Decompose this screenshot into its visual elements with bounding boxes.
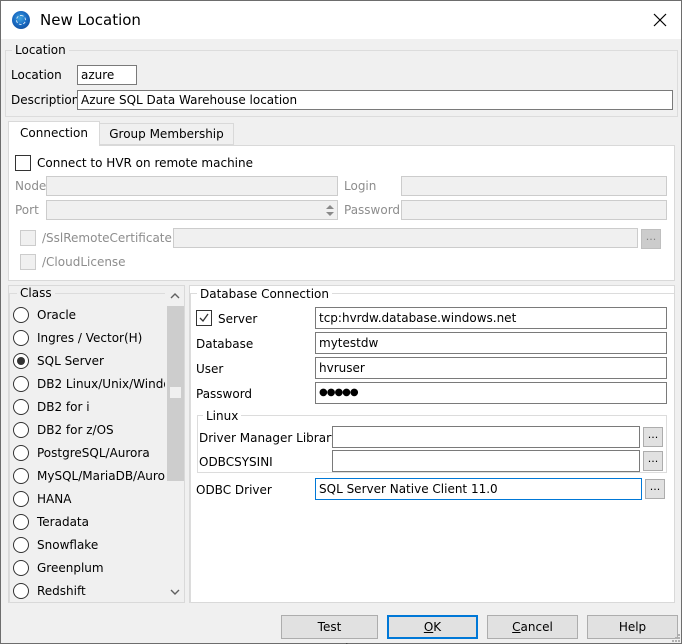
driver-manager-browse-button[interactable]: ... (643, 427, 663, 447)
odbc-driver-browse-button[interactable]: ... (645, 479, 665, 499)
location-group-title: Location (12, 43, 69, 57)
class-list-scrollbar[interactable] (165, 286, 184, 602)
scroll-down-button[interactable] (165, 582, 184, 602)
radio-button[interactable] (13, 583, 29, 599)
odbc-driver-input[interactable]: SQL Server Native Client 11.0 (315, 478, 642, 500)
radio-button[interactable] (13, 422, 29, 438)
connect-remote-label: Connect to HVR on remote machine (37, 156, 253, 170)
radio-button[interactable] (13, 514, 29, 530)
ok-button-label: OK (423, 620, 442, 634)
radio-button[interactable] (13, 399, 29, 415)
tab-group-membership[interactable]: Group Membership (99, 123, 234, 145)
radio-button[interactable] (13, 537, 29, 553)
help-button[interactable]: Help (587, 615, 678, 639)
radio-button[interactable] (13, 560, 29, 576)
close-icon (653, 13, 667, 27)
class-option-oracle[interactable]: Oracle (13, 305, 76, 325)
class-group-title: Class (17, 286, 55, 300)
radio-button[interactable] (13, 445, 29, 461)
login-input[interactable] (401, 176, 667, 196)
cancel-button-label: Cancel (512, 620, 553, 634)
port-spinner[interactable] (323, 202, 337, 218)
port-input[interactable] (46, 200, 338, 220)
linux-group-title: Linux (203, 409, 242, 423)
odbc-driver-label: ODBC Driver (196, 483, 272, 497)
new-location-dialog: New Location Location Location azure Des… (0, 0, 682, 644)
checkmark-icon (199, 313, 209, 323)
user-label: User (196, 362, 224, 376)
ok-button[interactable]: OK (387, 615, 478, 639)
driver-manager-input[interactable] (332, 426, 640, 448)
node-input[interactable] (46, 176, 338, 196)
radio-button[interactable] (13, 307, 29, 323)
server-input[interactable]: tcp:hvrdw.database.windows.net (315, 307, 667, 329)
radio-button[interactable] (13, 376, 29, 392)
chevron-down-icon (170, 589, 179, 595)
port-label: Port (15, 203, 39, 217)
ssl-certificate-label: /SslRemoteCertificate (42, 231, 172, 245)
class-option-sql-server[interactable]: SQL Server (13, 351, 104, 371)
description-label: Description (11, 93, 80, 107)
class-option-snowflake[interactable]: Snowflake (13, 535, 98, 555)
cloud-license-checkbox[interactable] (20, 254, 36, 270)
cancel-button[interactable]: Cancel (487, 615, 578, 639)
class-option-greenplum[interactable]: Greenplum (13, 558, 104, 578)
password-label: Password (196, 387, 253, 401)
node-label: Node (15, 179, 47, 193)
close-button[interactable] (641, 7, 679, 33)
password-input[interactable]: ●●●●● (315, 382, 667, 404)
resize-grip-icon[interactable] (671, 633, 681, 643)
server-label: Server (218, 312, 258, 326)
class-option-db2-luw[interactable]: DB2 Linux/Unix/Windows (13, 374, 165, 394)
test-connection-button[interactable]: Test Connection (281, 615, 378, 644)
scroll-up-button[interactable] (165, 286, 184, 306)
radio-button[interactable] (13, 330, 29, 346)
ssl-certificate-input[interactable] (173, 228, 638, 248)
radio-button[interactable] (13, 491, 29, 507)
connect-remote-checkbox[interactable] (15, 155, 31, 171)
class-option-teradata[interactable]: Teradata (13, 512, 89, 532)
odbcsysini-browse-button[interactable]: ... (643, 451, 663, 471)
class-option-hana[interactable]: HANA (13, 489, 71, 509)
ssl-certificate-browse-button[interactable]: ... (641, 229, 661, 249)
location-label: Location (11, 68, 62, 82)
driver-manager-label: Driver Manager Library (199, 431, 339, 445)
class-option-redshift[interactable]: Redshift (13, 581, 86, 601)
title-bar: New Location (1, 1, 681, 39)
cloud-license-label: /CloudLicense (42, 255, 126, 269)
login-label: Login (344, 179, 377, 193)
server-checkbox[interactable] (196, 310, 212, 326)
odbcsysini-label: ODBCSYSINI (199, 455, 273, 469)
spinner-arrows-icon (326, 205, 334, 216)
remote-password-label: Password (344, 203, 401, 217)
scroll-thumb-grip (170, 387, 181, 398)
class-option-postgresql[interactable]: PostgreSQL/Aurora (13, 443, 150, 463)
location-input[interactable]: azure (77, 65, 137, 85)
user-input[interactable]: hvruser (315, 357, 667, 379)
remote-password-input[interactable] (401, 200, 667, 220)
class-option-ingres[interactable]: Ingres / Vector(H) (13, 328, 142, 348)
class-option-mysql[interactable]: MySQL/MariaDB/Aurora (13, 466, 165, 486)
odbcsysini-input[interactable] (332, 450, 640, 472)
tab-connection[interactable]: Connection (8, 121, 100, 146)
database-label: Database (196, 337, 254, 351)
radio-button[interactable] (13, 468, 29, 484)
window-title: New Location (40, 11, 141, 29)
class-option-db2-i[interactable]: DB2 for i (13, 397, 90, 417)
description-input[interactable]: Azure SQL Data Warehouse location (77, 90, 673, 110)
database-connection-title: Database Connection (197, 287, 332, 301)
radio-button-selected[interactable] (13, 353, 29, 369)
hvr-globe-icon (12, 11, 30, 29)
ssl-certificate-checkbox[interactable] (20, 230, 36, 246)
scroll-thumb[interactable] (167, 306, 184, 481)
chevron-up-icon (170, 293, 179, 299)
class-option-db2-zos[interactable]: DB2 for z/OS (13, 420, 114, 440)
database-input[interactable]: mytestdw (315, 332, 667, 354)
